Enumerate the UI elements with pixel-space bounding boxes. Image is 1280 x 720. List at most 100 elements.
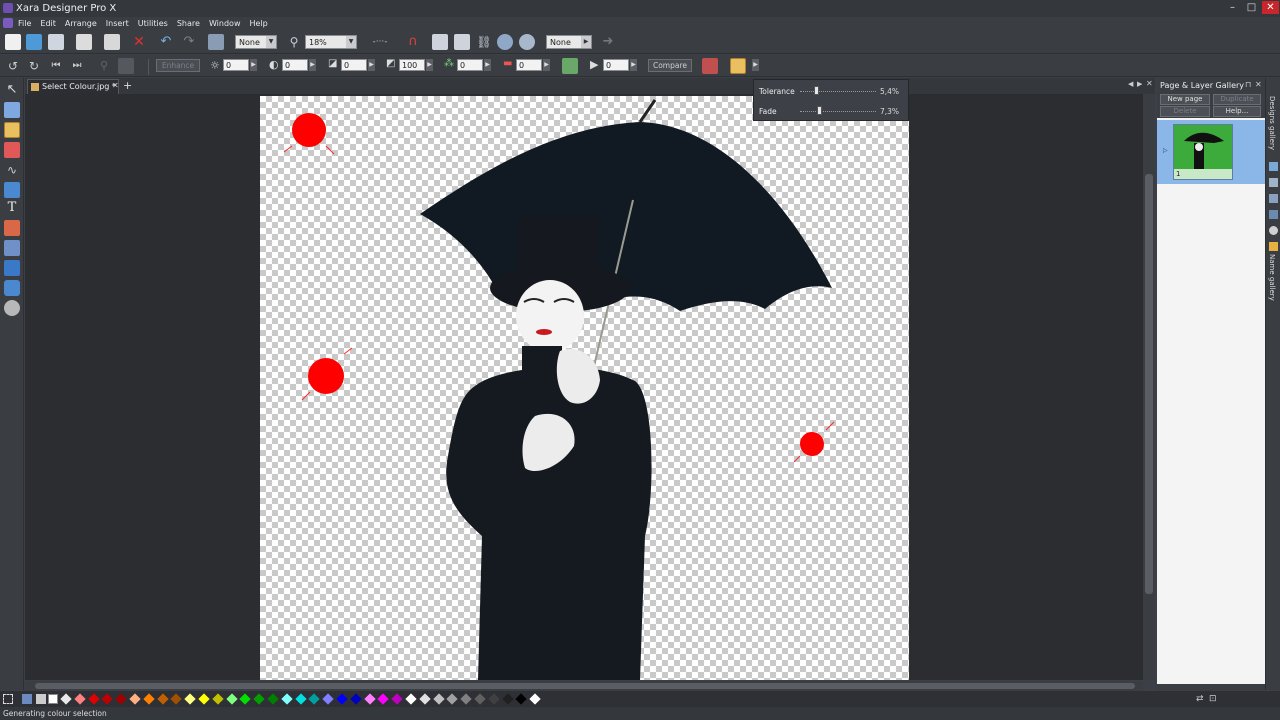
colour-picker-icon[interactable] xyxy=(36,694,46,704)
tab-select-colour[interactable]: Select Colour.jpg * ✕ xyxy=(27,79,119,94)
colour-marker[interactable] xyxy=(800,432,824,456)
blur-field[interactable]: 0 xyxy=(516,59,542,71)
temperature-field[interactable]: 100 xyxy=(399,59,425,71)
vertical-scrollbar[interactable] xyxy=(1143,94,1155,680)
blur-stepper[interactable]: ▶ xyxy=(543,59,550,71)
add-tab-icon[interactable]: + xyxy=(123,79,132,92)
import-icon[interactable] xyxy=(432,34,448,50)
colour-swatch[interactable] xyxy=(101,693,114,705)
designs-gallery-tab[interactable]: Designs gallery xyxy=(1268,96,1276,150)
colour-swatch[interactable] xyxy=(184,693,196,705)
bitmap-gallery-icon[interactable] xyxy=(1269,194,1278,203)
colour-gallery-icon[interactable] xyxy=(1269,226,1278,235)
selector-tool-icon[interactable]: ↖ xyxy=(4,82,20,98)
brightness-field[interactable]: 0 xyxy=(223,59,249,71)
paste-icon[interactable] xyxy=(104,34,120,50)
rotate-right-icon[interactable]: ↻ xyxy=(26,58,42,74)
colour-swatch[interactable] xyxy=(198,693,210,705)
colour-swatch[interactable] xyxy=(225,693,238,705)
frame-stepper[interactable]: ▶ xyxy=(630,59,637,71)
blend-tool-icon[interactable] xyxy=(4,300,20,316)
colour-swatch[interactable] xyxy=(294,693,307,705)
web-preview-icon[interactable] xyxy=(497,34,513,50)
transparency-tool-icon[interactable] xyxy=(4,240,20,256)
colour-editor-icon[interactable] xyxy=(22,694,32,704)
colour-swatch[interactable] xyxy=(253,693,265,705)
colour-swatch[interactable] xyxy=(87,693,100,705)
delete-icon[interactable]: ✕ xyxy=(131,34,147,50)
tolerance-slider-handle[interactable] xyxy=(813,86,819,95)
next-icon[interactable]: ⏭ xyxy=(69,58,85,74)
colour-swatch[interactable] xyxy=(474,693,486,705)
menu-insert[interactable]: Insert xyxy=(106,17,129,30)
ruler-icon[interactable]: -···- xyxy=(368,34,392,50)
document-menu-icon[interactable] xyxy=(3,18,13,28)
compare-button[interactable]: Compare xyxy=(648,59,692,72)
font-gallery-icon[interactable] xyxy=(1269,210,1278,219)
fill-tool-icon[interactable] xyxy=(4,220,20,236)
arrow-right-icon[interactable]: ➜ xyxy=(600,34,616,50)
colour-swatch[interactable] xyxy=(129,693,141,705)
close-document-icon[interactable]: ✕ xyxy=(1146,79,1153,88)
colour-swatch[interactable] xyxy=(405,693,417,705)
rotate-left-icon[interactable]: ↺ xyxy=(5,58,21,74)
menu-share[interactable]: Share xyxy=(177,17,200,30)
drawing-canvas[interactable] xyxy=(25,94,1143,680)
fade-slider-handle[interactable] xyxy=(816,106,822,115)
page-thumbnail-row[interactable]: ▷ 1 xyxy=(1157,120,1265,184)
colour-swatch[interactable] xyxy=(212,693,224,705)
name-gallery-icon[interactable] xyxy=(1269,242,1278,251)
photo-tools-icon[interactable] xyxy=(562,58,578,74)
eraser-tool-icon[interactable] xyxy=(4,142,20,158)
rectangle-tool-icon[interactable] xyxy=(4,182,20,198)
snap-to-grid-icon[interactable]: ⊡ xyxy=(1209,694,1219,704)
page-gallery-icon[interactable] xyxy=(1269,162,1278,171)
colour-swatch[interactable] xyxy=(488,693,500,705)
tab-scroll-left-icon[interactable]: ◀ xyxy=(1128,80,1133,88)
colour-swatch[interactable] xyxy=(350,693,362,705)
colour-swatch[interactable] xyxy=(432,693,445,705)
export-icon[interactable] xyxy=(454,34,470,50)
colour-marker[interactable] xyxy=(292,113,326,147)
colour-swatch[interactable] xyxy=(156,693,169,705)
menu-utilities[interactable]: Utilities xyxy=(138,17,168,30)
colour-swatch[interactable] xyxy=(308,693,321,705)
expand-arrow-icon[interactable]: ▷ xyxy=(1163,147,1168,154)
redo-icon[interactable]: ↷ xyxy=(181,34,197,50)
arrange-icon[interactable]: ⇄ xyxy=(1196,694,1206,704)
close-button[interactable]: ✕ xyxy=(1262,1,1279,14)
colour-swatch[interactable] xyxy=(170,693,183,705)
link-icon[interactable]: ⛓ xyxy=(476,34,492,50)
colour-stepper[interactable]: ▶ xyxy=(484,59,491,71)
tab-scroll-right-icon[interactable]: ▶ xyxy=(1137,80,1142,88)
magic-wand-icon[interactable]: ⚲ xyxy=(96,58,112,74)
delete-button[interactable]: Delete xyxy=(1160,106,1210,117)
saturation-stepper[interactable]: ▶ xyxy=(368,59,375,71)
colour-swatch[interactable] xyxy=(74,693,86,705)
select-colour-options[interactable]: ▶ xyxy=(752,59,759,71)
menu-arrange[interactable]: Arrange xyxy=(65,17,97,30)
menu-file[interactable]: File xyxy=(18,17,31,30)
saturation-field[interactable]: 0 xyxy=(341,59,367,71)
publish-icon[interactable] xyxy=(519,34,535,50)
open-icon[interactable] xyxy=(26,34,42,50)
temperature-stepper[interactable]: ▶ xyxy=(426,59,433,71)
bevel-tool-icon[interactable] xyxy=(4,280,20,296)
help-button[interactable]: Help... xyxy=(1213,106,1261,117)
colour-swatch[interactable] xyxy=(336,693,348,705)
duplicate-button[interactable]: Duplicate xyxy=(1213,94,1261,105)
colour-swatch[interactable] xyxy=(143,693,155,705)
frame-field[interactable]: 0 xyxy=(603,59,629,71)
menu-help[interactable]: Help xyxy=(249,17,267,30)
colour-swatch[interactable] xyxy=(281,693,293,705)
text-tool-icon[interactable]: T xyxy=(4,200,20,216)
tolerance-slider[interactable] xyxy=(800,91,876,92)
maximize-button[interactable]: □ xyxy=(1243,1,1260,14)
colour-swatch[interactable] xyxy=(515,693,528,705)
name-gallery-tab[interactable]: Name gallery xyxy=(1268,254,1276,301)
zoom-icon[interactable]: ⚲ xyxy=(286,34,302,50)
colour-swatch[interactable] xyxy=(322,693,334,705)
brightness-stepper[interactable]: ▶ xyxy=(250,59,257,71)
horizontal-scroll-thumb[interactable] xyxy=(35,683,1135,689)
pin-icon[interactable]: ⊓ xyxy=(1245,80,1251,89)
